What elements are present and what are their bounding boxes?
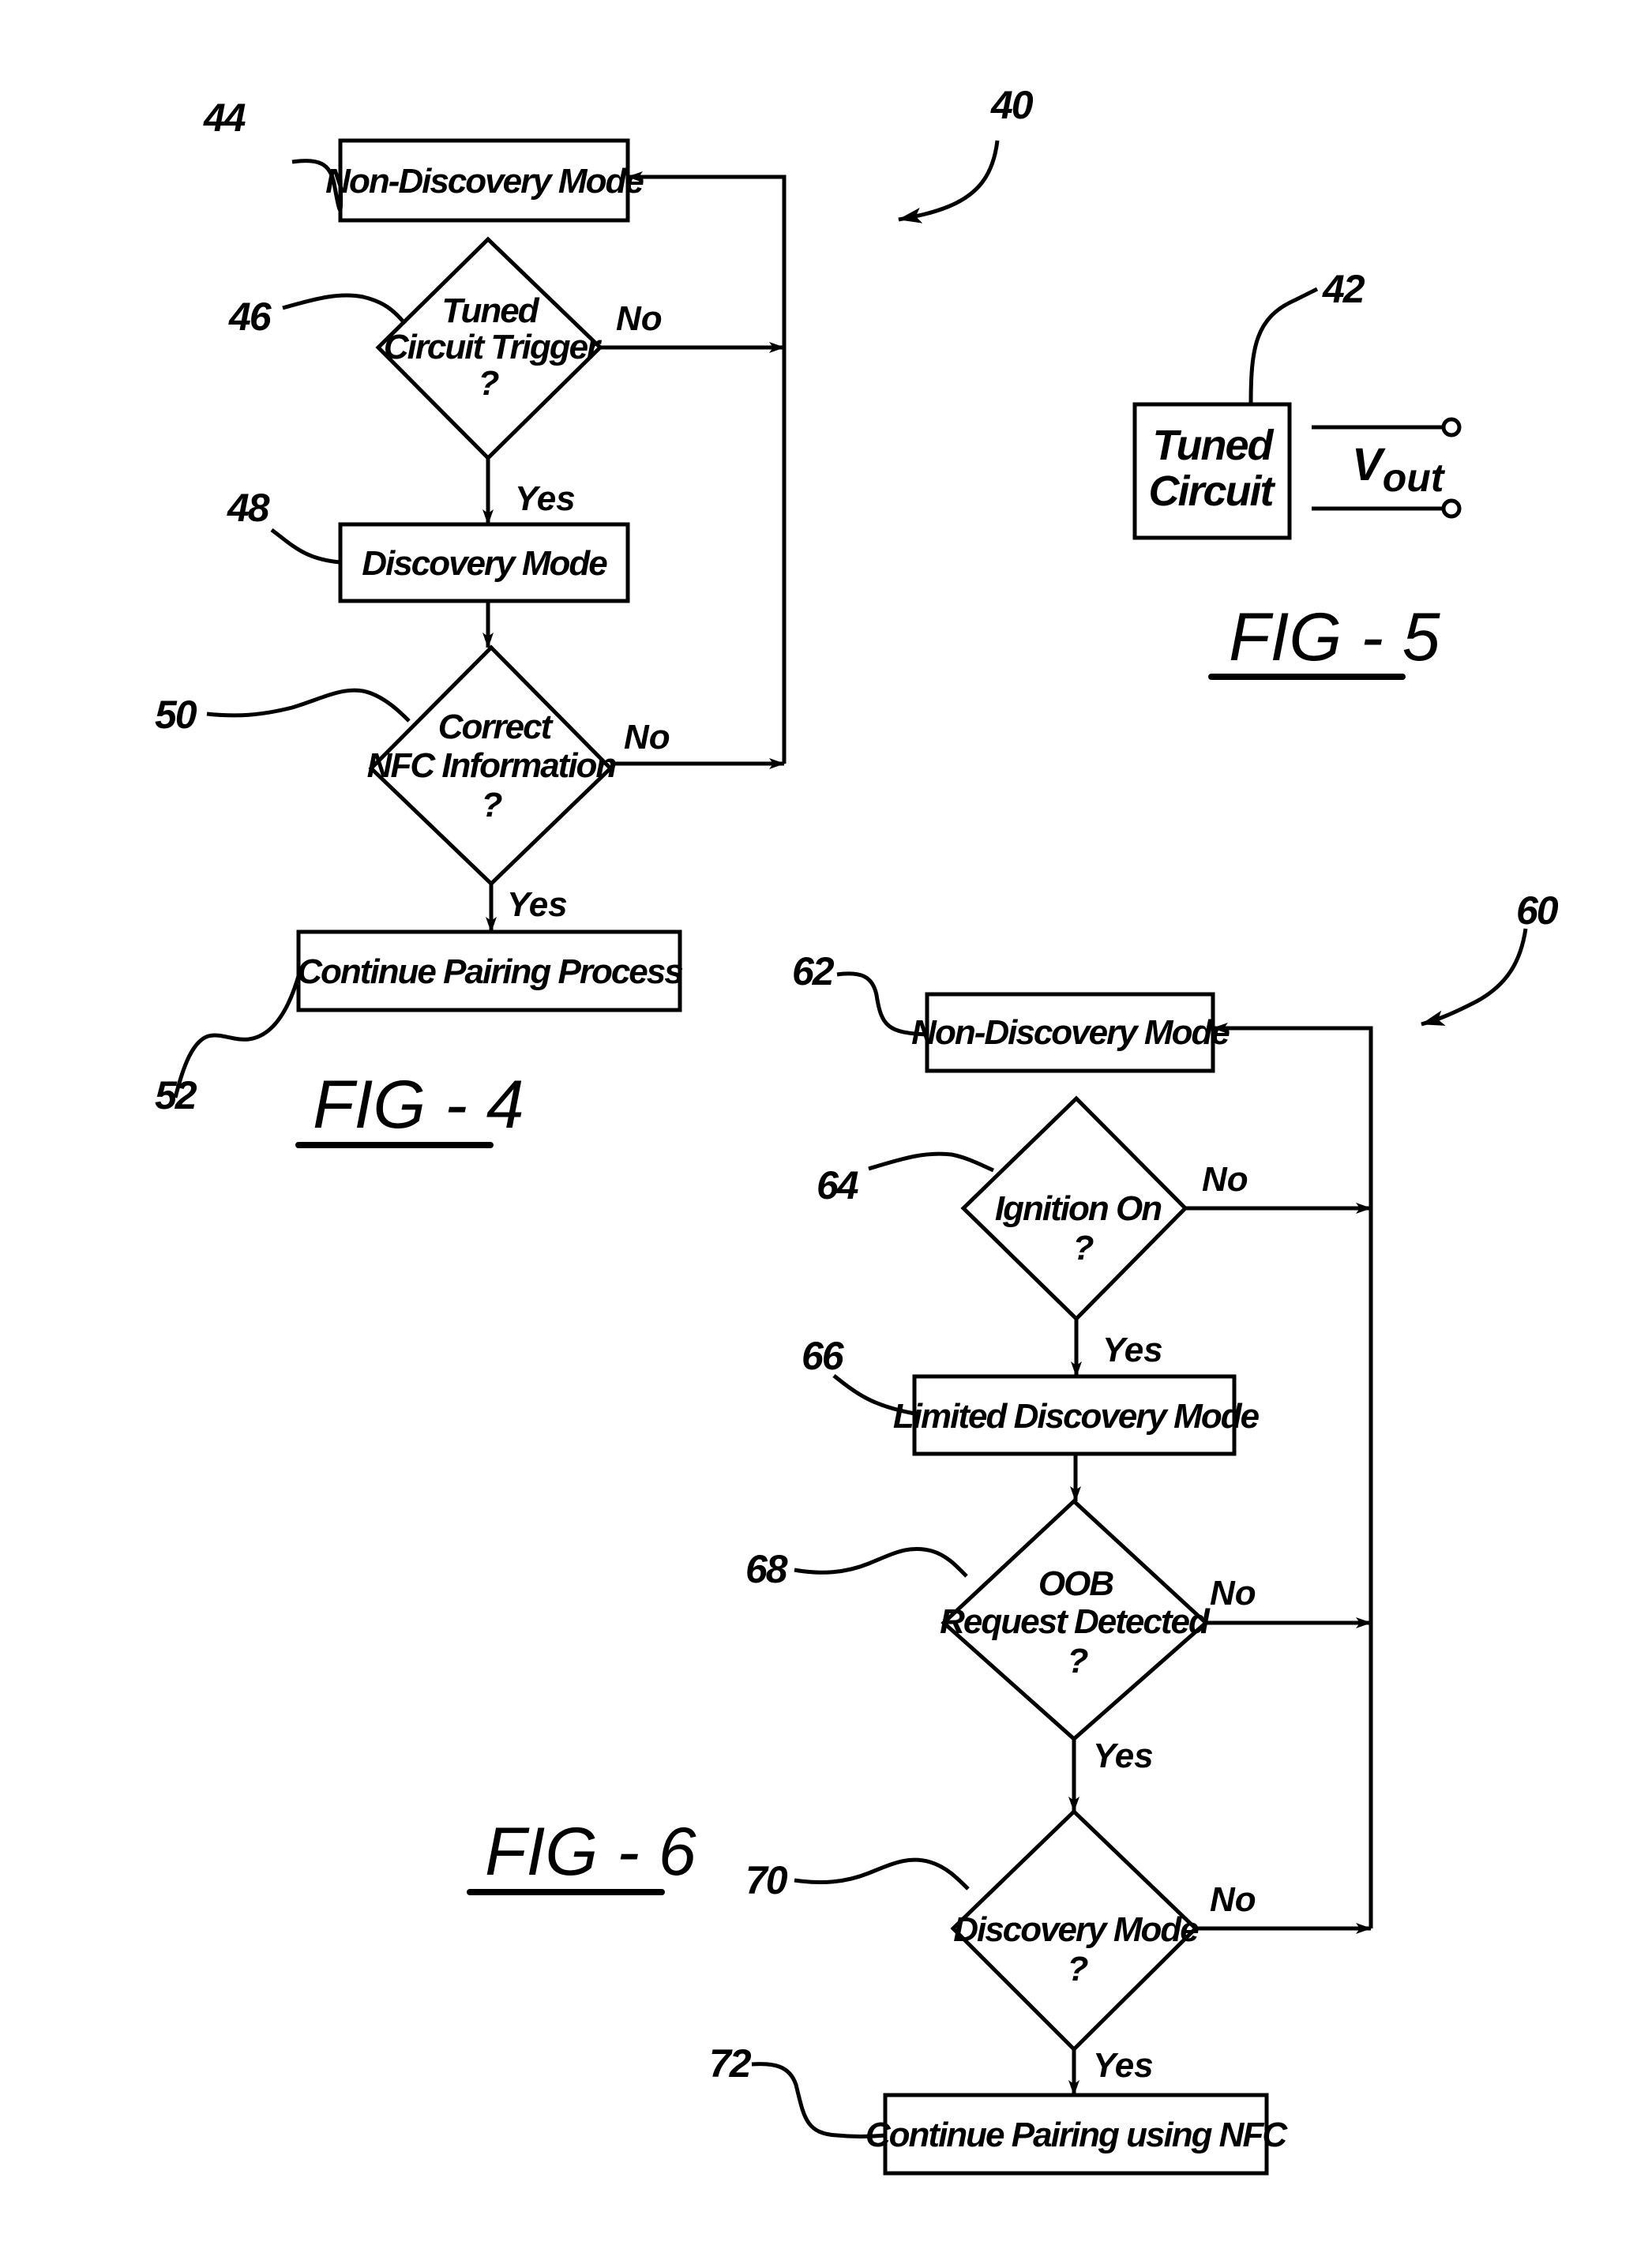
edge-label-yes: Yes <box>515 479 576 518</box>
decision-diamond-tuned-circuit-trigger: Tuned Circuit Trigger ? <box>375 236 604 461</box>
decision-line-2: ? <box>1073 1229 1094 1267</box>
decision-line-2: NFC Information <box>367 746 617 785</box>
node-label: Continue Pairing Process <box>297 952 682 991</box>
decision-diamond-discovery-mode: Discovery Mode ? <box>950 1808 1200 2052</box>
edge-label-no: No <box>1202 1160 1248 1199</box>
ref-numeral-60: 60 <box>1516 888 1559 933</box>
decision-diamond-correct-nfc-information: Correct NFC Information ? <box>367 644 618 887</box>
ref-numeral-66: 66 <box>802 1334 845 1378</box>
decision-line-1: Ignition On <box>995 1189 1162 1228</box>
node-label: Continue Pairing using NFC <box>865 2116 1288 2154</box>
decision-line-2: Request Detected <box>940 1602 1211 1641</box>
decision-diamond-oob-request-detected: OOB Request Detected ? <box>940 1498 1212 1742</box>
ref-numeral-50: 50 <box>155 693 197 737</box>
ref-numeral-64: 64 <box>817 1163 858 1207</box>
edge-label-yes: Yes <box>1093 2046 1154 2085</box>
decision-line-3: ? <box>1068 1642 1088 1680</box>
edge-label-no: No <box>1210 1574 1256 1613</box>
edge-label-no: No <box>616 299 663 338</box>
node-label: Limited Discovery Mode <box>893 1397 1260 1436</box>
edge-label-yes: Yes <box>507 885 568 924</box>
ref-numeral-42: 42 <box>1322 267 1365 311</box>
ref-numeral-70: 70 <box>745 1858 788 1902</box>
edge-label-no: No <box>624 718 670 757</box>
decision-line-1: OOB <box>1038 1564 1113 1603</box>
voltage-symbol: V <box>1352 439 1386 490</box>
decision-line-1: Correct <box>438 708 554 746</box>
figure-label-fig-4: FIG - 4 <box>313 1067 524 1143</box>
ref-numeral-72: 72 <box>709 2041 752 2086</box>
leader-line-64 <box>868 1151 995 1173</box>
component-line-1: Tuned <box>1153 422 1275 469</box>
return-line-to-44 <box>627 171 787 764</box>
leader-line-48 <box>270 528 341 565</box>
edge-label-yes: Yes <box>1102 1331 1163 1369</box>
decision-line-3: ? <box>479 364 499 403</box>
process-box-non-discovery-mode: Non-Discovery Mode <box>325 138 645 223</box>
leader-line-70 <box>794 1857 970 1891</box>
decision-line-2: ? <box>1068 1950 1088 1988</box>
node-label: Non-Discovery Mode <box>325 162 644 201</box>
ref-numeral-52: 52 <box>155 1073 197 1117</box>
figure-label-fig-5: FIG - 5 <box>1229 599 1441 675</box>
figure-ref-arrow-40 <box>898 140 1000 223</box>
decision-diamond-ignition-on: Ignition On ? <box>960 1095 1188 1322</box>
terminal-icon <box>1441 498 1462 519</box>
decision-line-1: Tuned <box>441 291 539 330</box>
tuned-circuit-box: Tuned Circuit <box>1132 402 1292 540</box>
decision-line-1: Discovery Mode <box>953 1910 1199 1949</box>
leader-line-68 <box>794 1546 968 1578</box>
process-box-continue-pairing-using-nfc: Continue Pairing using NFC <box>865 2093 1290 2176</box>
leader-line-42 <box>1248 287 1319 405</box>
patent-drawing-sheet: Non-Discovery Mode 44 Tuned Circuit Trig… <box>155 83 1560 2176</box>
process-box-continue-pairing-process: Continue Pairing Process <box>296 929 684 1012</box>
process-box-non-discovery-mode: Non-Discovery Mode <box>911 992 1231 1073</box>
leader-line-46 <box>282 293 407 325</box>
ref-numeral-44: 44 <box>203 96 246 140</box>
ref-numeral-40: 40 <box>990 83 1034 127</box>
process-box-limited-discovery-mode: Limited Discovery Mode <box>893 1374 1261 1456</box>
output-voltage-label: Vout <box>1352 439 1446 500</box>
component-line-2: Circuit <box>1148 467 1275 515</box>
figure-label-fig-6: FIG - 6 <box>485 1814 696 1890</box>
node-label: Non-Discovery Mode <box>911 1013 1230 1052</box>
ref-numeral-48: 48 <box>227 486 270 530</box>
figure-5: Tuned Circuit 42 Vout FIG - 5 <box>1132 267 1462 680</box>
node-label: Discovery Mode <box>362 544 607 583</box>
leader-line-50 <box>206 688 411 723</box>
ref-numeral-68: 68 <box>745 1547 788 1591</box>
edge-label-no: No <box>1210 1880 1256 1919</box>
ref-numeral-46: 46 <box>228 295 272 339</box>
process-box-discovery-mode: Discovery Mode <box>338 522 630 603</box>
ref-numeral-62: 62 <box>792 949 835 993</box>
figure-6: Non-Discovery Mode 62 Ignition On ? 64 L… <box>467 888 1560 2176</box>
decision-line-2: Circuit Trigger <box>384 328 603 366</box>
decision-line-3: ? <box>482 786 502 824</box>
voltage-subscript: out <box>1383 456 1446 500</box>
figure-4: Non-Discovery Mode 44 Tuned Circuit Trig… <box>155 83 1035 1148</box>
terminal-icon <box>1441 417 1462 437</box>
figure-ref-arrow-60 <box>1421 928 1528 1027</box>
edge-label-yes: Yes <box>1093 1737 1154 1775</box>
